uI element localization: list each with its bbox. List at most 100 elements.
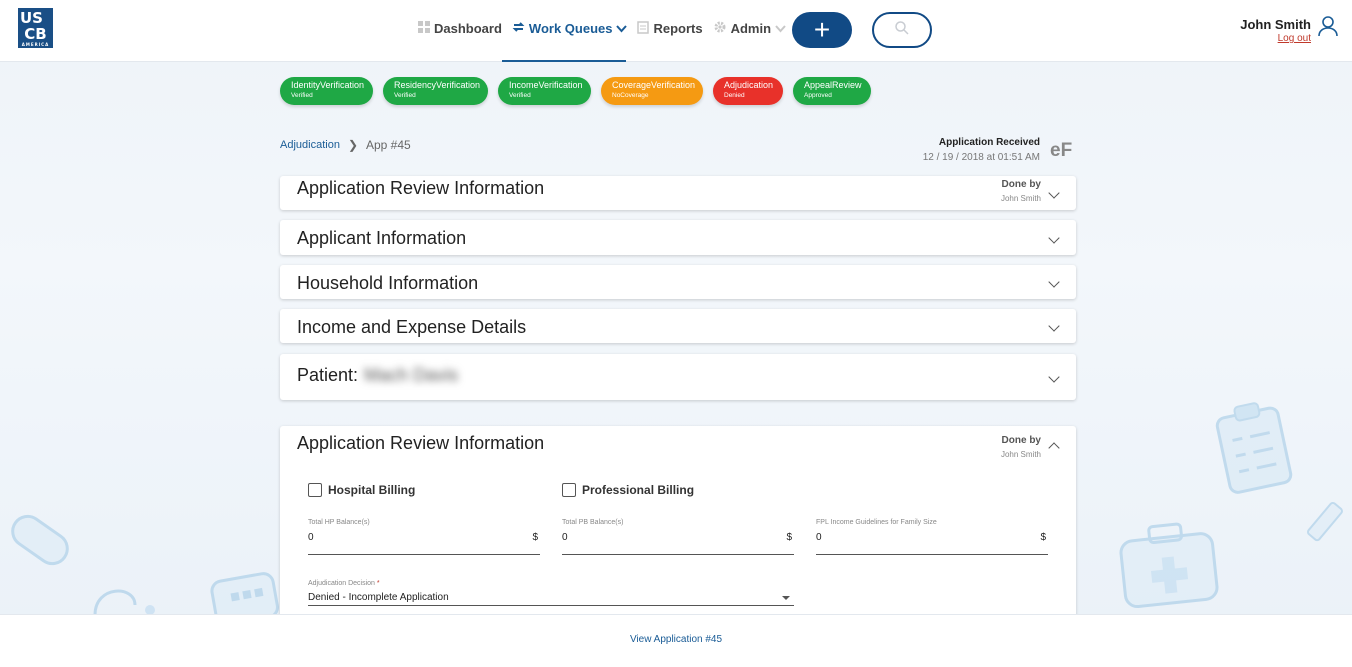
section-patient[interactable]: Patient: Mach Davis bbox=[280, 354, 1076, 400]
user-name: John Smith bbox=[1240, 17, 1311, 32]
section-application-review-collapsed[interactable]: Application Review Information Done by J… bbox=[280, 176, 1076, 210]
select-value: Denied - Incomplete Application bbox=[308, 592, 449, 603]
chevron-down-icon[interactable] bbox=[1048, 232, 1060, 244]
top-header: US CB AMERICA Dashboard Work Queues Repo… bbox=[0, 0, 1352, 62]
section-title: Income and Expense Details bbox=[297, 317, 527, 337]
nav-work-queues-label: Work Queues bbox=[528, 21, 613, 36]
pill-title: IdentityVerification bbox=[291, 80, 365, 90]
active-nav-underline bbox=[502, 60, 626, 62]
user-menu: John Smith Log out bbox=[1240, 17, 1311, 44]
professional-billing-label: Professional Billing bbox=[582, 483, 695, 497]
section-title: Application Review Information bbox=[297, 433, 545, 453]
section-title: Applicant Information bbox=[297, 228, 467, 248]
stethoscope-decoration-icon bbox=[93, 589, 155, 615]
pill-title: ResidencyVerification bbox=[394, 80, 481, 90]
logo-text-top: US bbox=[20, 8, 43, 27]
currency-unit: $ bbox=[786, 532, 792, 543]
pill-coverage-verification[interactable]: CoverageVerification NoCoverage bbox=[601, 77, 703, 105]
company-logo[interactable]: US CB AMERICA bbox=[18, 8, 53, 48]
total-pb-balance-field[interactable]: Total PB Balance(s) 0 $ bbox=[562, 519, 794, 555]
add-button[interactable]: + bbox=[792, 12, 852, 48]
chevron-down-icon[interactable] bbox=[1048, 276, 1060, 288]
pill-income-verification[interactable]: IncomeVerification Verified bbox=[498, 77, 591, 105]
clipboard-decoration-icon bbox=[1215, 402, 1293, 494]
chevron-up-icon[interactable] bbox=[1048, 442, 1060, 454]
nav-reports[interactable]: Reports bbox=[637, 20, 703, 37]
breadcrumb-current: App #45 bbox=[366, 138, 411, 152]
pill-status: Verified bbox=[394, 92, 416, 99]
dropdown-arrow-icon[interactable] bbox=[782, 596, 790, 600]
section-title: Patient: Mach Davis bbox=[297, 365, 458, 386]
fpl-income-guidelines-field[interactable]: FPL Income Guidelines for Family Size 0 … bbox=[816, 519, 1048, 555]
done-by-label: Done by bbox=[1001, 435, 1041, 446]
application-received-info: Application Received 12 / 19 / 2018 at 0… bbox=[923, 137, 1040, 163]
chevron-down-icon bbox=[775, 21, 786, 36]
pill-appeal-review[interactable]: AppealReview Approved bbox=[793, 77, 871, 105]
field-value[interactable]: 0 bbox=[308, 532, 314, 543]
total-hp-balance-field[interactable]: Total HP Balance(s) 0 $ bbox=[308, 519, 540, 555]
hospital-billing-checkbox[interactable]: Hospital Billing bbox=[308, 483, 415, 497]
patient-name-redacted: Mach Davis bbox=[364, 365, 459, 385]
first-aid-kit-decoration-icon bbox=[1119, 522, 1219, 609]
workflow-status-pills: IdentityVerification Verified ResidencyV… bbox=[280, 77, 881, 105]
chevron-down-icon[interactable] bbox=[1048, 187, 1060, 199]
ef-badge: eF bbox=[1050, 140, 1073, 161]
refresh-icon bbox=[512, 21, 525, 36]
field-value[interactable]: 0 bbox=[562, 532, 568, 543]
chevron-down-icon[interactable] bbox=[1048, 371, 1060, 383]
pill-title: Adjudication bbox=[724, 80, 774, 90]
hospital-billing-label: Hospital Billing bbox=[328, 483, 416, 497]
chevron-down-icon[interactable] bbox=[1048, 320, 1060, 332]
logo-subtext: AMERICA bbox=[21, 42, 50, 47]
currency-unit: $ bbox=[1040, 532, 1046, 543]
nav-work-queues[interactable]: Work Queues bbox=[512, 21, 628, 36]
gear-icon bbox=[713, 20, 727, 37]
search-button[interactable] bbox=[872, 12, 932, 48]
breadcrumb-parent-link[interactable]: Adjudication bbox=[280, 139, 340, 151]
section-household-information[interactable]: Household Information bbox=[280, 265, 1076, 299]
pill-title: CoverageVerification bbox=[612, 80, 696, 90]
field-label: Total HP Balance(s) bbox=[308, 519, 370, 526]
pill-status: Approved bbox=[804, 92, 832, 99]
pill-status: NoCoverage bbox=[612, 92, 649, 99]
pill-status: Verified bbox=[291, 92, 313, 99]
field-value[interactable]: 0 bbox=[816, 532, 822, 543]
user-profile-icon[interactable] bbox=[1318, 15, 1338, 42]
section-title: Household Information bbox=[297, 273, 479, 293]
logo-text-bottom: CB bbox=[24, 24, 47, 43]
reports-icon bbox=[637, 20, 650, 37]
plus-icon: + bbox=[813, 14, 831, 45]
professional-billing-checkbox[interactable]: Professional Billing bbox=[562, 483, 694, 497]
dashboard-icon bbox=[418, 21, 430, 36]
done-by: Done by John Smith bbox=[1001, 435, 1041, 459]
done-by: Done by John Smith bbox=[1001, 179, 1041, 203]
pill-residency-verification[interactable]: ResidencyVerification Verified bbox=[383, 77, 488, 105]
done-by-name: John Smith bbox=[1000, 450, 1041, 459]
nav-admin[interactable]: Admin bbox=[713, 20, 786, 37]
breadcrumb: Adjudication ❯ App #45 bbox=[280, 138, 411, 152]
pill-decoration-icon bbox=[11, 514, 69, 566]
nav-dashboard-label: Dashboard bbox=[434, 21, 502, 36]
chevron-right-icon: ❯ bbox=[347, 138, 358, 152]
checkbox-box[interactable] bbox=[562, 483, 576, 497]
pill-identity-verification[interactable]: IdentityVerification Verified bbox=[280, 77, 373, 105]
nav-reports-label: Reports bbox=[653, 21, 703, 36]
received-date: 12 / 19 / 2018 at 01:51 AM bbox=[922, 152, 1040, 163]
pill-title: IncomeVerification bbox=[509, 80, 583, 90]
decision-label-text: Adjudication Decision bbox=[308, 580, 375, 587]
section-application-review-expanded: Application Review Information Done by J… bbox=[280, 426, 1076, 626]
adjudication-decision-select[interactable]: Adjudication Decision * Denied - Incompl… bbox=[308, 580, 794, 606]
chevron-down-icon bbox=[616, 21, 628, 36]
logout-link[interactable]: Log out bbox=[1240, 33, 1311, 44]
view-application-link[interactable]: View Application #45 bbox=[630, 634, 722, 645]
pill-adjudication[interactable]: Adjudication Denied bbox=[713, 77, 783, 105]
main-nav: Dashboard Work Queues Reports Admin bbox=[418, 20, 796, 37]
nav-dashboard[interactable]: Dashboard bbox=[418, 21, 502, 36]
required-marker: * bbox=[376, 580, 380, 587]
checkbox-box[interactable] bbox=[308, 483, 322, 497]
pill-status: Denied bbox=[724, 92, 745, 99]
nav-admin-label: Admin bbox=[730, 21, 772, 36]
section-applicant-information[interactable]: Applicant Information bbox=[280, 220, 1076, 255]
section-income-expense-details[interactable]: Income and Expense Details bbox=[280, 309, 1076, 343]
currency-unit: $ bbox=[532, 532, 538, 543]
